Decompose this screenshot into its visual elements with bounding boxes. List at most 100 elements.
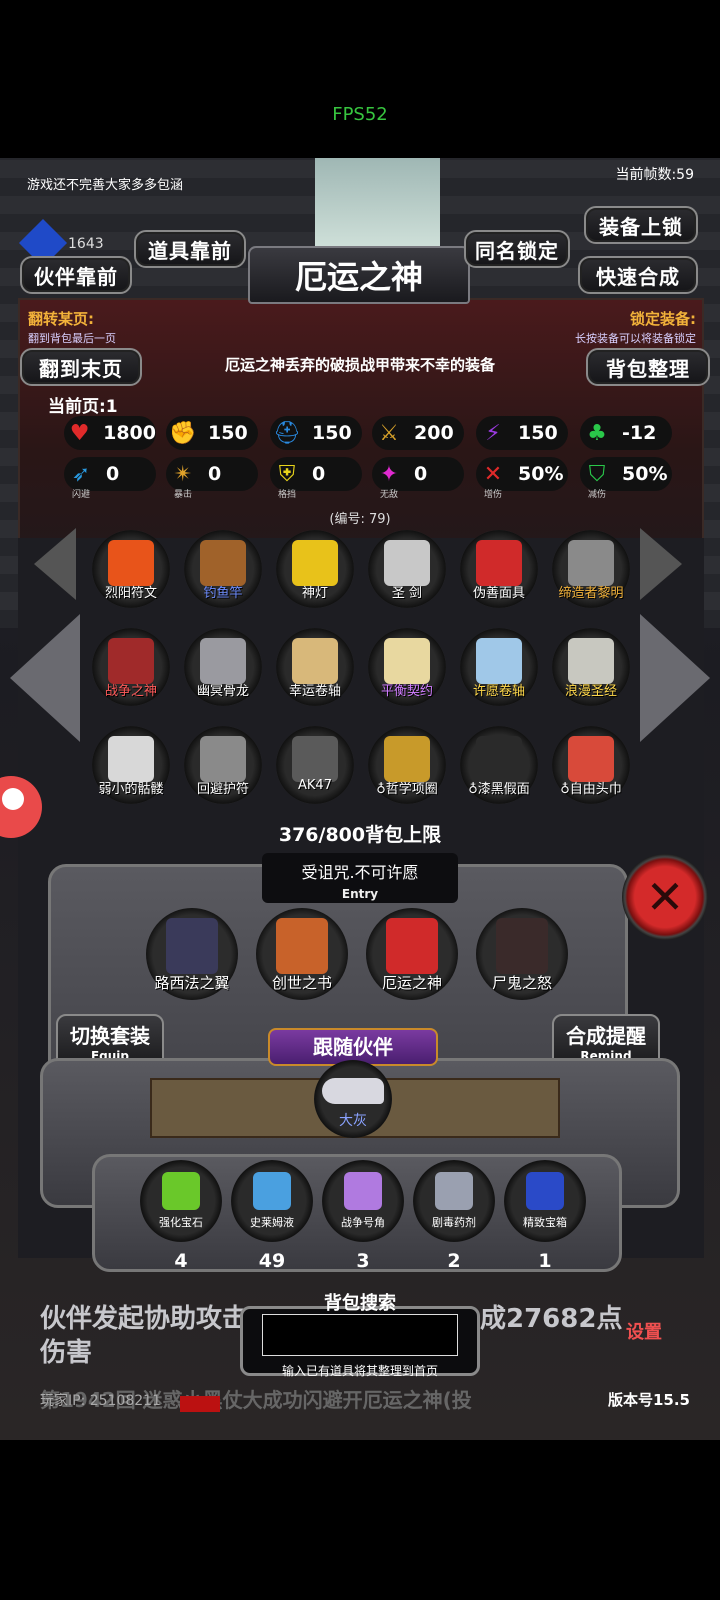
search-label: 背包搜索 [324, 1293, 396, 1314]
stat-value: 200 [414, 422, 454, 444]
inventory-slot[interactable]: 浪漫圣经 [552, 628, 630, 706]
consumable-slot[interactable]: 战争号角 3 [322, 1160, 404, 1272]
current-page: 当前页:1 [48, 397, 118, 417]
bag-sort-button[interactable]: 背包整理 [586, 348, 710, 386]
prev-page-large-arrow[interactable] [10, 614, 80, 742]
item-name: AK47 [298, 778, 332, 793]
frame-rate-text: 当前帧数:59 [615, 167, 694, 183]
consumable-count: 1 [538, 1250, 552, 1272]
inventory-slot[interactable]: 幽冥骨龙 [184, 628, 262, 706]
inventory-slot[interactable]: 圣 剑 [368, 530, 446, 608]
curse-text: 受诅咒.不可许愿 [301, 863, 419, 882]
consumable-count: 2 [447, 1250, 461, 1272]
prev-page-arrow[interactable] [34, 528, 76, 600]
hp-bar [180, 1396, 220, 1412]
set-item-name: 创世之书 [271, 974, 332, 992]
consumable-slot[interactable]: 剧毒药剂 2 [413, 1160, 495, 1272]
consumable-slot[interactable]: 史莱姆液 49 [231, 1160, 313, 1272]
inventory-slot[interactable]: 烈阳符文 [92, 530, 170, 608]
item-name: 烈阳符文 [104, 586, 157, 601]
close-button[interactable]: ✕ [622, 854, 708, 940]
set-item-slot[interactable]: 尸鬼之怒 [476, 908, 568, 1000]
consumable-name: 强化宝石 [159, 1216, 203, 1229]
inventory-slot[interactable]: 许愿卷轴 [460, 628, 538, 706]
player-ip: 玩家IP: 25108211 [40, 1393, 161, 1409]
item-name: ♁漆黑假面 [468, 782, 530, 797]
stat-value: 50% [622, 463, 668, 485]
inventory-slot[interactable]: 缔造者黎明 [552, 530, 630, 608]
stat-strength: ✊ 150 [166, 416, 258, 450]
inventory-slot[interactable]: 幸运卷轴 [276, 628, 354, 706]
set-item-slot[interactable]: 创世之书 [256, 908, 348, 1000]
consumable-slot[interactable]: 强化宝石 4 [140, 1160, 222, 1272]
item-name: 伪善面具 [472, 586, 525, 601]
item-description: 厄运之神丢弃的破损战甲带来不幸的装备 [224, 356, 495, 374]
damage-reduce-icon: ⛉ [588, 461, 606, 487]
item-icon [108, 540, 154, 586]
inventory-slot[interactable]: 弱小的骷髅 [92, 726, 170, 804]
sword-icon: ⚔ [379, 420, 399, 446]
settings-button[interactable]: 设置 [626, 1318, 662, 1344]
partner-front-button[interactable]: 伙伴靠前 [20, 256, 132, 294]
set-item-slot[interactable]: 厄运之神 [366, 908, 458, 1000]
partner-slot[interactable]: 大灰 [314, 1060, 392, 1138]
consumable-count: 49 [258, 1250, 286, 1272]
inventory-slot[interactable]: ♁哲学项圈 [368, 726, 446, 804]
gem-count: 1643 [68, 236, 104, 252]
same-name-lock-button[interactable]: 同名锁定 [464, 230, 570, 268]
stat-clover: ♣ -12 [580, 416, 672, 450]
stat-value: -12 [622, 422, 657, 444]
item-icon [384, 540, 430, 586]
bag-capacity: 376/800背包上限 [278, 824, 442, 846]
consumable-count: 4 [174, 1250, 188, 1272]
stat-crit: ✴ 0 暴击 [166, 457, 258, 500]
set-item-name: 路西法之翼 [154, 974, 230, 992]
item-icon [476, 638, 522, 684]
inventory-slot[interactable]: 伪善面具 [460, 530, 538, 608]
curse-entry: 受诅咒.不可许愿 Entry [262, 853, 458, 903]
item-name: 缔造者黎明 [558, 586, 624, 601]
consumable-icon [344, 1172, 382, 1210]
wings-icon: ✦ [379, 461, 399, 487]
item-name: 回避护符 [196, 782, 249, 797]
equip-lock-button[interactable]: 装备上锁 [584, 206, 698, 244]
avatar-icon [2, 788, 24, 810]
consumable-icon [162, 1172, 200, 1210]
inventory-slot[interactable]: 平衡契约 [368, 628, 446, 706]
consumable-slot[interactable]: 精致宝箱 1 [504, 1160, 586, 1272]
notice-text: 游戏还不完善大家多多包涵 [27, 178, 184, 193]
set-item-icon [276, 918, 328, 974]
helmet-icon: ⛑ [273, 420, 301, 446]
stat-damage-reduce: ⛉ 50% 减伤 [580, 457, 672, 500]
inventory-slot[interactable]: AK47 [276, 726, 354, 804]
stat-value: 50% [518, 463, 564, 485]
next-page-large-arrow[interactable] [640, 614, 710, 742]
stat-value: 0 [414, 463, 428, 485]
last-page-button[interactable]: 翻到末页 [20, 348, 142, 386]
inventory-slot[interactable]: 回避护符 [184, 726, 262, 804]
stat-shield: ⛨ 0 格挡 [270, 457, 362, 500]
stat-value: 1800 [103, 422, 156, 444]
lock-equip-desc: 长按装备可以将装备锁定 [575, 332, 696, 345]
crit-icon: ✴ [173, 461, 193, 487]
inventory-slot[interactable]: 战争之神 [92, 628, 170, 706]
stat-value: 0 [106, 463, 120, 485]
inventory-slot[interactable]: ♁漆黑假面 [460, 726, 538, 804]
stat-value: 150 [208, 422, 248, 444]
quick-merge-button[interactable]: 快速合成 [578, 256, 698, 294]
item-name: 钓鱼竿 [203, 586, 243, 601]
inventory-slot[interactable]: 神灯 [276, 530, 354, 608]
consumable-name: 战争号角 [341, 1216, 385, 1229]
props-front-button[interactable]: 道具靠前 [134, 230, 246, 268]
stat-damage-up: ✕ 50% 增伤 [476, 457, 568, 500]
inventory-slot[interactable]: ♁自由头巾 [552, 726, 630, 804]
flip-page-desc: 翻到背包最后一页 [28, 332, 116, 345]
merge-remind-label: 合成提醒 [566, 1024, 646, 1048]
version-number: 版本号15.5 [607, 1391, 690, 1409]
inventory-slot[interactable]: 钓鱼竿 [184, 530, 262, 608]
set-item-slot[interactable]: 路西法之翼 [146, 908, 238, 1000]
next-page-arrow[interactable] [640, 528, 682, 600]
search-input[interactable] [262, 1314, 458, 1356]
stat-lightning: ⚡ 150 [476, 416, 568, 450]
heart-icon: ♥ [69, 420, 90, 446]
